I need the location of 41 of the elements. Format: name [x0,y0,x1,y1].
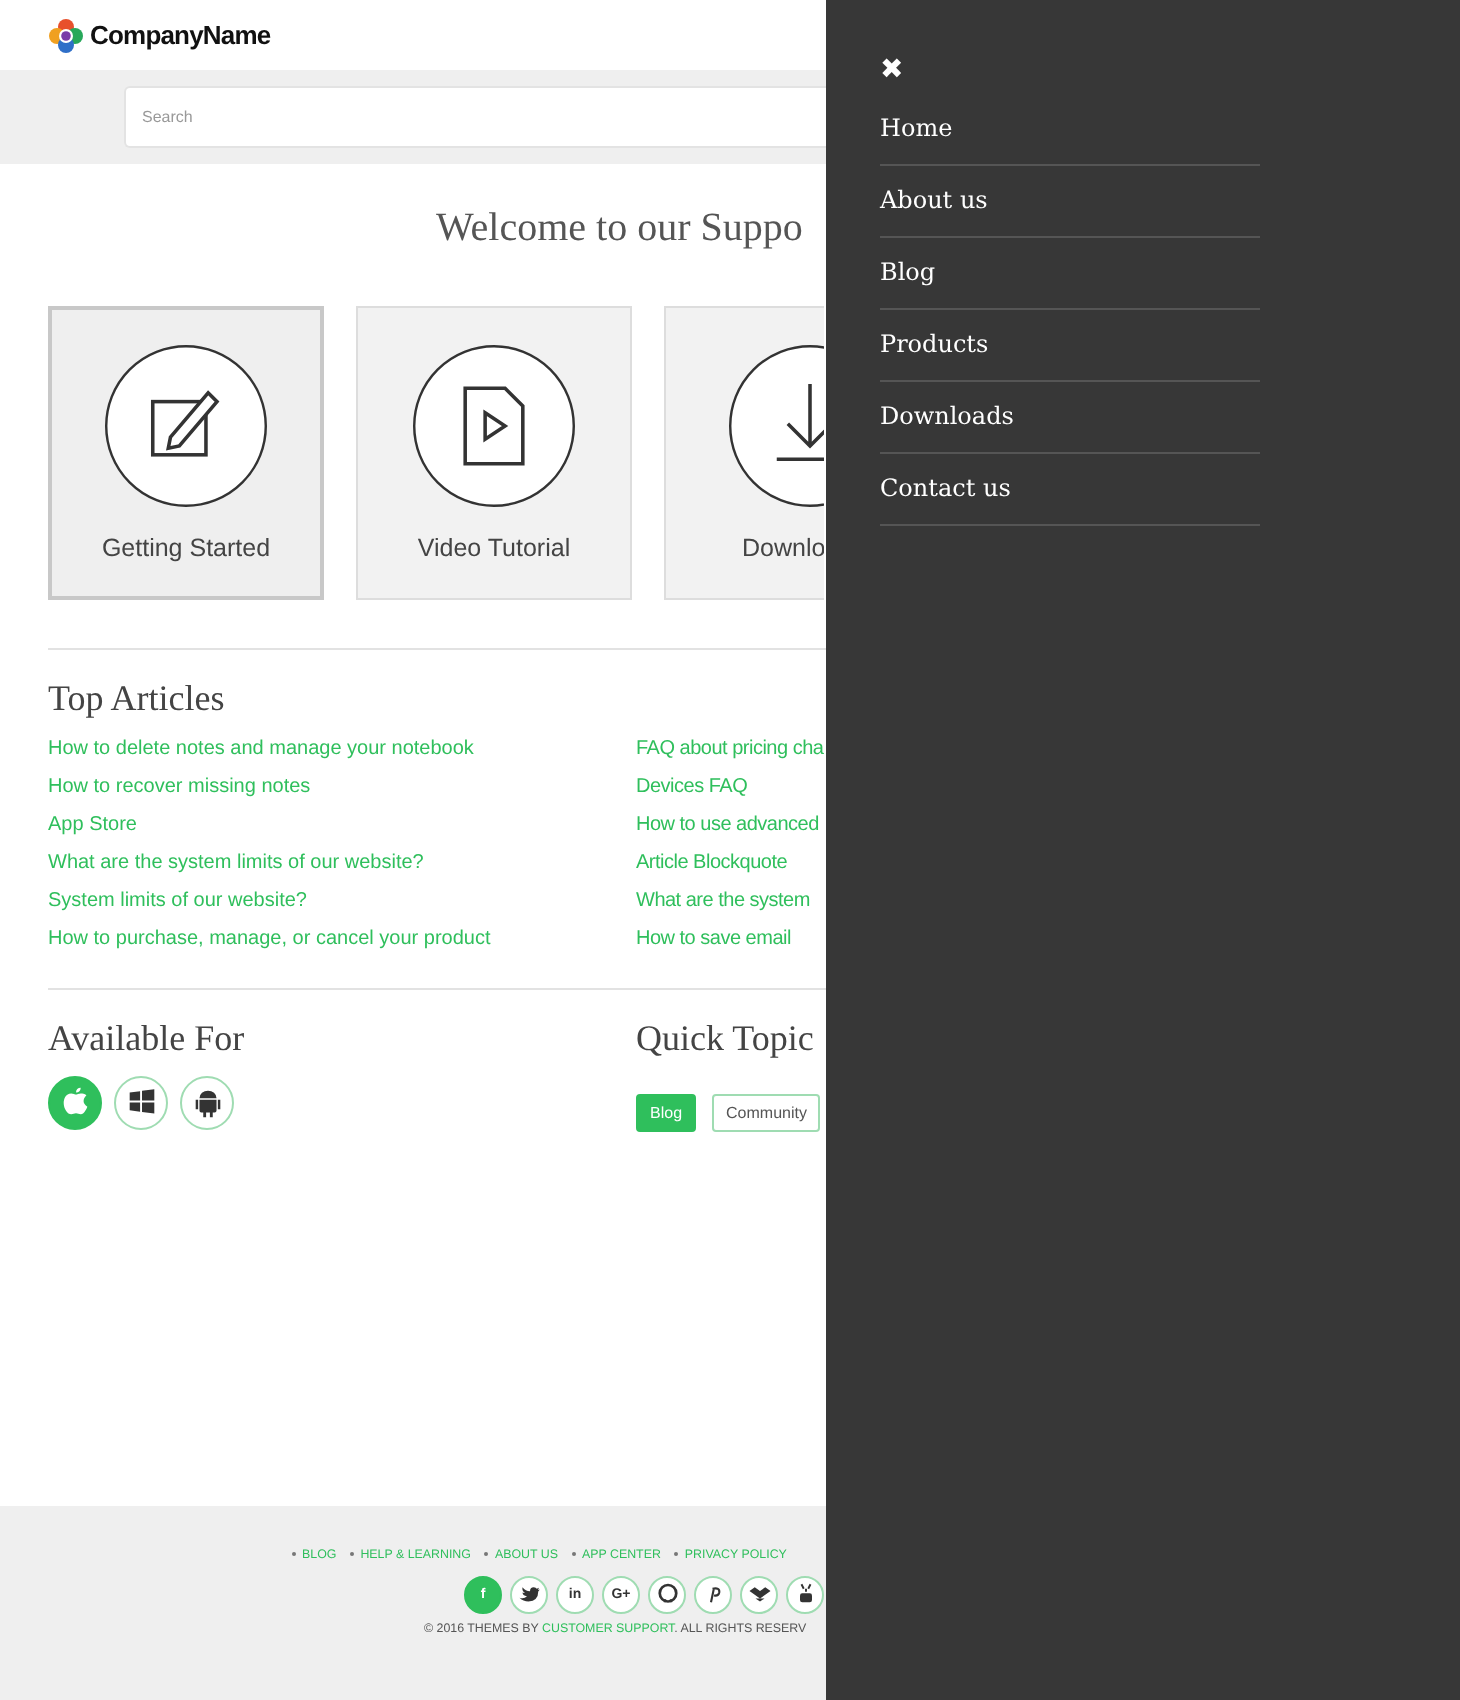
article-link[interactable]: How to recover missing notes [48,774,636,802]
topic-tag[interactable]: Community [712,1093,821,1132]
social-button[interactable] [648,1575,686,1614]
search-field[interactable]: Search [124,86,826,148]
video-icon [412,344,576,508]
article-link[interactable]: What are the system [636,888,824,916]
menu-item[interactable]: Home [880,94,1260,166]
menu-item[interactable]: About us [880,166,1260,238]
pencil-icon [104,344,268,508]
social-button[interactable] [510,1575,548,1614]
article-link[interactable]: System limits of our website? [48,888,636,916]
menu-item[interactable]: Contact us [880,454,1260,526]
platform-button[interactable] [114,1075,168,1130]
article-link[interactable]: What are the system limits of our website? [48,850,636,878]
article-link[interactable]: How to purchase, manage, or cancel your product [48,926,636,954]
topic-tag[interactable]: Blog [636,1093,697,1132]
menu-item[interactable]: Downloads [880,382,1260,454]
bird-icon [517,1582,541,1607]
section-heading: Available For [48,1017,247,1060]
social-button[interactable] [694,1575,732,1614]
section-heading: Top Articles [48,678,227,720]
platform-button[interactable] [180,1075,234,1130]
logo-icon [48,17,84,53]
social-button[interactable] [740,1575,778,1614]
article-link[interactable]: Devices FAQ [636,774,824,802]
section-heading: Quick Topic [636,1017,816,1060]
category-card[interactable]: Downlo [664,306,824,600]
social-button[interactable] [786,1575,824,1614]
article-link[interactable]: How to save email [636,926,824,954]
company-name: CompanyName [90,20,271,50]
article-link[interactable]: How to delete notes and manage your notebook [48,736,636,764]
article-link[interactable]: App Store [48,812,636,840]
menu-item[interactable]: Products [880,310,1260,382]
article-link[interactable]: Article Blockquote [636,850,824,878]
page-title: Welcome to our Suppo [434,204,805,254]
article-link[interactable]: FAQ about pricing cha [636,736,824,764]
category-card[interactable]: Video Tutorial [356,306,632,600]
article-link[interactable]: How to use advanced [636,812,824,840]
category-card[interactable]: Getting Started [48,306,324,600]
close-button[interactable]: ✖ [880,54,904,86]
menu-item[interactable]: Blog [880,238,1260,310]
